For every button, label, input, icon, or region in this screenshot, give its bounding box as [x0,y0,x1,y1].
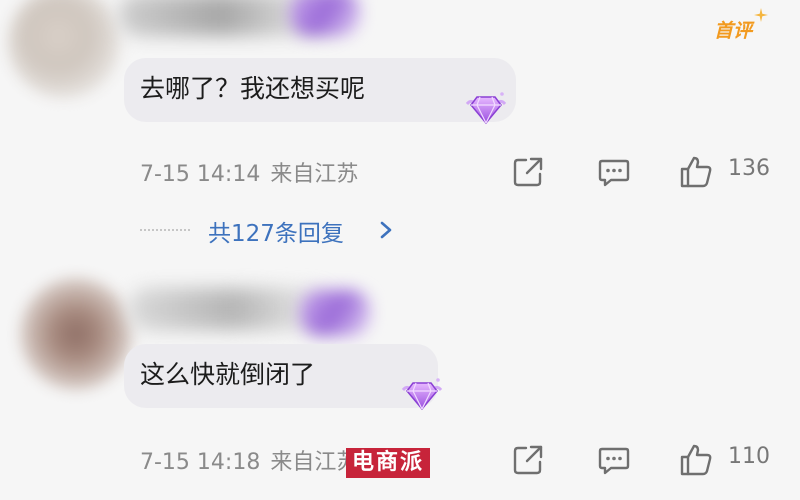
purple-gem-icon [465,92,507,125]
like-count: 136 [728,156,770,181]
thumbs-up-icon[interactable] [678,154,714,190]
comment-location: 来自江苏 [270,162,359,187]
chevron-right-icon[interactable] [376,216,396,244]
comment-bubble[interactable]: 去哪了？我还想买呢 [124,58,516,122]
comment-date: 7-15 14:18 [140,450,261,475]
purple-gem-icon [401,378,443,411]
like-count: 110 [728,444,770,469]
share-icon[interactable] [510,154,546,190]
comment-icon[interactable] [596,154,632,190]
comment-meta-text: 7-15 14:14 来自江苏 [140,156,358,188]
user-badge-blurred [300,290,370,336]
avatar[interactable] [20,278,132,390]
comment-text: 这么快就倒闭了 [140,360,316,389]
comment-meta: 7-15 14:14 来自江苏 136 [0,152,800,192]
comment-bubble[interactable]: 这么快就倒闭了 [124,344,438,408]
avatar[interactable] [8,0,120,98]
replies-row[interactable]: 共127条回复 [140,212,440,248]
comment-thread: 首评 去哪了？我还想买呢 7-15 14:14 来自江苏 136 共127条回复… [0,0,800,500]
comment-icon[interactable] [596,442,632,478]
thumbs-up-icon[interactable] [678,442,714,478]
comment-meta-text: 7-15 14:18 来自江苏 [140,444,358,476]
comment-text: 去哪了？我还想买呢 [140,74,366,103]
share-icon[interactable] [510,442,546,478]
view-replies-link[interactable]: 共127条回复 [208,214,344,248]
comment-item: 去哪了？我还想买呢 7-15 14:14 来自江苏 136 共127条回复 [0,0,800,280]
watermark-logo: 电商派 [346,448,431,478]
user-badge-blurred [290,0,360,36]
divider [140,229,190,231]
comment-date: 7-15 14:14 [140,162,261,187]
